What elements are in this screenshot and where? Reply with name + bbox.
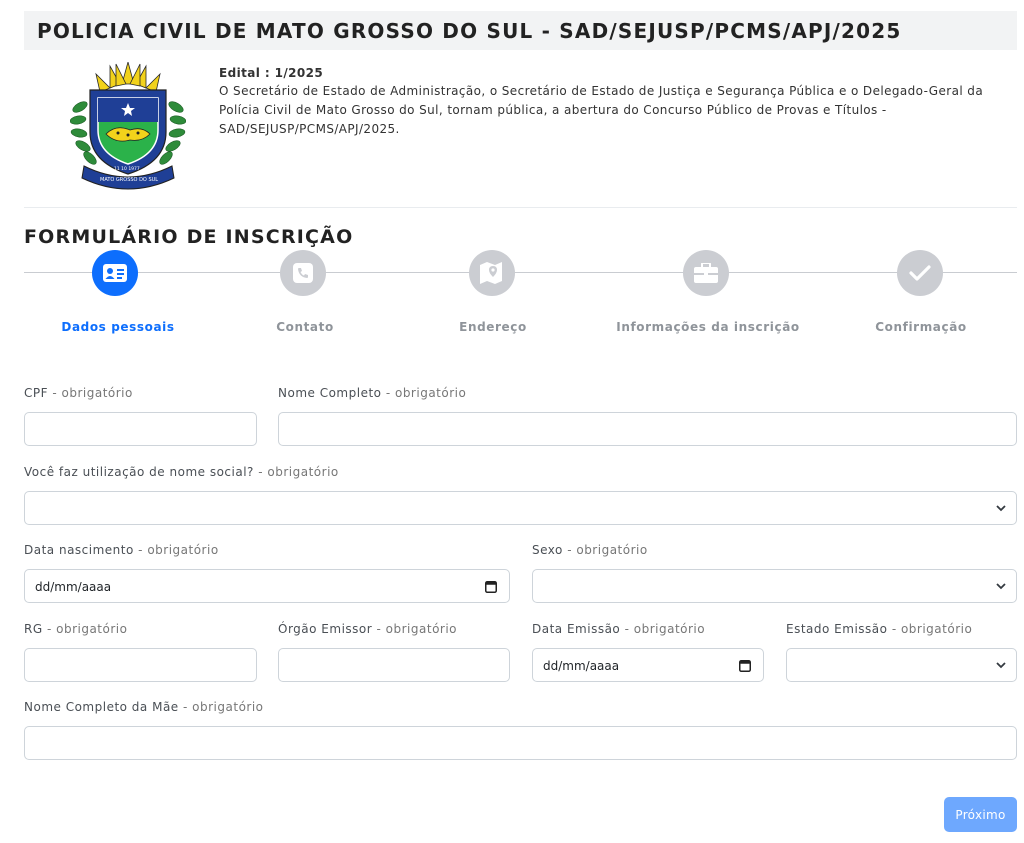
step-informacoes-inscricao[interactable] [683, 250, 729, 296]
next-button[interactable]: Próximo [944, 797, 1017, 832]
step-label-contato[interactable]: Contato [276, 320, 334, 334]
crest-ribbon-text: MATO GROSSO DO SUL [100, 177, 158, 183]
calendar-icon[interactable] [739, 659, 751, 672]
nome-completo-input[interactable] [278, 412, 1017, 446]
crest-date-text: 11 10 1977 [114, 166, 140, 172]
edital-description: O Secretário de Estado de Administração,… [219, 84, 984, 136]
step-dados-pessoais[interactable] [92, 250, 138, 296]
estado-emissao-select[interactable] [786, 648, 1017, 682]
cpf-input[interactable] [24, 412, 257, 446]
cpf-label: CPF - obrigatório [24, 386, 133, 400]
orgao-emissor-input[interactable] [278, 648, 510, 682]
state-crest-logo: MATO GROSSO DO SUL 11 10 1977 [70, 62, 186, 190]
page-header: POLICIA CIVIL DE MATO GROSSO DO SUL - SA… [24, 11, 1017, 50]
nome-social-label: Você faz utilização de nome social? - ob… [24, 465, 339, 479]
briefcase-icon [694, 263, 718, 283]
sexo-label: Sexo - obrigatório [532, 543, 648, 557]
nome-social-select[interactable] [24, 491, 1017, 525]
nome-completo-label: Nome Completo - obrigatório [278, 386, 467, 400]
sexo-select[interactable] [532, 569, 1017, 603]
rg-input[interactable] [24, 648, 257, 682]
orgao-emissor-label: Órgão Emissor - obrigatório [278, 622, 458, 636]
section-divider [24, 207, 1017, 208]
data-emissao-value: dd/mm/aaaa [543, 659, 620, 673]
nome-mae-label: Nome Completo da Mãe - obrigatório [24, 700, 264, 714]
step-label-informacoes[interactable]: Informações da inscrição [616, 320, 799, 334]
edital-title: Edital : 1/2025 [219, 66, 324, 80]
chevron-down-icon [996, 505, 1006, 512]
data-emissao-input[interactable]: dd/mm/aaaa [532, 648, 764, 682]
form-title: FORMULÁRIO DE INSCRIÇÃO [24, 226, 354, 248]
data-nascimento-input[interactable]: dd/mm/aaaa [24, 569, 510, 603]
step-endereco[interactable] [469, 250, 515, 296]
id-card-icon [103, 264, 127, 282]
step-label-confirmacao[interactable]: Confirmação [875, 320, 967, 334]
data-nascimento-label: Data nascimento - obrigatório [24, 543, 219, 557]
data-nascimento-value: dd/mm/aaaa [35, 580, 112, 594]
step-label-endereco[interactable]: Endereço [459, 320, 527, 334]
step-label-dados-pessoais[interactable]: Dados pessoais [61, 320, 174, 334]
chevron-down-icon [996, 583, 1006, 590]
chevron-down-icon [996, 662, 1006, 669]
estado-emissao-label: Estado Emissão - obrigatório [786, 622, 973, 636]
step-contato[interactable] [280, 250, 326, 296]
data-emissao-label: Data Emissão - obrigatório [532, 622, 706, 636]
map-icon [480, 262, 502, 284]
rg-label: RG - obrigatório [24, 622, 128, 636]
edital-section: Edital : 1/2025 O Secretário de Estado d… [219, 66, 989, 139]
calendar-icon[interactable] [485, 580, 497, 593]
step-confirmacao[interactable] [897, 250, 943, 296]
stepper-line [24, 272, 1017, 273]
check-icon [909, 265, 931, 281]
nome-mae-input[interactable] [24, 726, 1017, 760]
phone-icon [293, 263, 313, 283]
page-title: POLICIA CIVIL DE MATO GROSSO DO SUL - SA… [37, 19, 902, 43]
